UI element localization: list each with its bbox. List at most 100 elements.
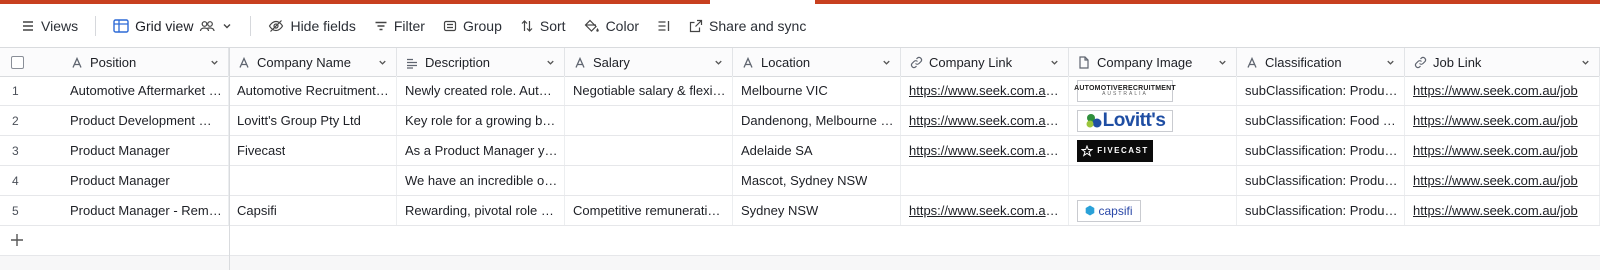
column-header-company-link[interactable]: Company Link [901,48,1069,77]
company-logo-automotive-recruitment[interactable]: AUTOMOTIVERECRUITMENT AUSTRALIA [1074,79,1176,102]
salary-cell[interactable]: Competitive remuneration package [565,196,733,225]
job-link-cell-text[interactable]: https://www.seek.com.au/job [1413,143,1578,158]
add-record-icon[interactable] [9,232,25,248]
company-logo-capsifi[interactable]: capsifi [1077,199,1141,222]
company-name-cell[interactable] [229,166,397,195]
salary-cell[interactable] [565,106,733,135]
classification-cell[interactable]: subClassification: Product Management [1237,196,1405,225]
column-header-position[interactable]: Position [62,48,229,77]
classification-cell[interactable]: subClassification: Product Management [1237,136,1405,165]
table-row[interactable]: 4 Product Manager We have an incredible op… [0,166,1600,196]
column-header-company-name[interactable]: Company Name [229,48,397,77]
position-cell[interactable]: Product Manager [62,136,229,165]
text-type-icon [575,56,585,68]
job-link-cell[interactable]: https://www.seek.com.au/job [1405,76,1600,105]
logo-text: FIVECAST [1097,146,1149,155]
company-link-cell[interactable] [901,166,1069,195]
company-link-cell-text[interactable]: https://www.seek.com.au/companies [909,203,1062,218]
classification-cell-text: subClassification: Food Technology [1245,113,1398,128]
table-row[interactable]: 1 Automotive Aftermarket - Product Manage… [0,76,1600,106]
company-link-cell-text[interactable]: https://www.seek.com.au/companies [909,83,1062,98]
description-cell[interactable]: Newly created role. Automotive aftermark… [397,76,565,105]
location-cell[interactable]: Sydney NSW [733,196,901,225]
company-name-cell-text: Capsifi [237,203,277,218]
description-cell[interactable]: Key role for a growing business [397,106,565,135]
description-cell[interactable]: Rewarding, pivotal role with impact [397,196,565,225]
sort-icon [521,19,533,32]
job-link-cell-text[interactable]: https://www.seek.com.au/job [1413,173,1578,188]
row-number: 3 [12,143,19,158]
company-image-cell[interactable]: AUTOMOTIVERECRUITMENT AUSTRALIA [1069,76,1237,105]
company-link-cell[interactable]: https://www.seek.com.au/companies [901,76,1069,105]
classification-cell-text: subClassification: Product Management [1245,83,1398,98]
table-row[interactable]: 3 Product Manager Fivecast As a Product Man… [0,136,1600,166]
chevron-down-icon [1051,60,1058,65]
fivecast-emblem-icon [1081,144,1094,157]
position-cell[interactable]: Automotive Aftermarket - Product Manager [62,76,229,105]
description-cell[interactable]: We have an incredible opportunity [397,166,565,195]
chevron-down-icon [547,60,554,65]
classification-cell[interactable]: subClassification: Product Management [1237,166,1405,195]
company-logo-lovitts[interactable]: Lovitt's [1077,109,1173,132]
position-cell[interactable]: Product Manager - Remote [62,196,229,225]
classification-cell[interactable]: subClassification: Food Technology [1237,106,1405,135]
job-link-cell[interactable]: https://www.seek.com.au/job [1405,166,1600,195]
grid-view-label: Grid view [135,17,194,34]
column-header-label: Company Name [257,55,351,70]
share-sync-button[interactable]: Share and sync [680,11,815,41]
company-name-cell[interactable]: Capsifi [229,196,397,225]
job-link-cell-text[interactable]: https://www.seek.com.au/job [1413,203,1578,218]
company-name-cell[interactable]: Fivecast [229,136,397,165]
company-link-cell[interactable]: https://www.seek.com.au/companies [901,196,1069,225]
description-cell[interactable]: As a Product Manager you will [397,136,565,165]
job-link-cell-text[interactable]: https://www.seek.com.au/job [1413,83,1578,98]
salary-cell[interactable] [565,166,733,195]
job-link-cell-text[interactable]: https://www.seek.com.au/job [1413,113,1578,128]
company-name-cell[interactable]: Lovitt's Group Pty Ltd [229,106,397,135]
position-cell[interactable]: Product Development Manager [62,106,229,135]
position-cell[interactable]: Product Manager [62,166,229,195]
company-link-cell-text[interactable]: https://www.seek.com.au/companies [909,113,1062,128]
location-cell-text: Melbourne VIC [741,83,828,98]
views-button[interactable]: Views [12,11,87,41]
grid-view-button[interactable]: Grid view [104,11,242,41]
location-cell[interactable]: Adelaide SA [733,136,901,165]
group-button[interactable]: Group [434,11,511,41]
salary-cell[interactable]: Negotiable salary & flexible conditions [565,76,733,105]
job-link-cell[interactable]: https://www.seek.com.au/job [1405,106,1600,135]
location-cell[interactable]: Mascot, Sydney NSW [733,166,901,195]
eye-hidden-icon [269,19,284,32]
classification-cell-text: subClassification: Product Management [1245,143,1398,158]
location-cell[interactable]: Dandenong, Melbourne VIC [733,106,901,135]
company-link-cell[interactable]: https://www.seek.com.au/companies [901,136,1069,165]
company-image-cell[interactable]: FIVECAST [1069,136,1237,165]
company-logo-fivecast[interactable]: FIVECAST [1077,139,1153,162]
company-link-cell-text[interactable]: https://www.seek.com.au/companies [909,143,1062,158]
column-header-location[interactable]: Location [733,48,901,77]
column-header-salary[interactable]: Salary [565,48,733,77]
job-link-cell[interactable]: https://www.seek.com.au/job [1405,136,1600,165]
table-row[interactable]: 2 Product Development Manager Lovitt's Gro… [0,106,1600,136]
share-icon [689,19,703,32]
company-image-cell[interactable]: Lovitt's [1069,106,1237,135]
select-all-checkbox[interactable] [11,56,24,69]
hide-fields-button[interactable]: Hide fields [259,11,364,41]
column-header-job-link[interactable]: Job Link [1405,48,1600,77]
sort-button[interactable]: Sort [511,11,575,41]
job-link-cell[interactable]: https://www.seek.com.au/job [1405,196,1600,225]
salary-cell[interactable] [565,136,733,165]
column-header-classification[interactable]: Classification [1237,48,1405,77]
classification-cell[interactable]: subClassification: Product Management [1237,76,1405,105]
location-cell[interactable]: Melbourne VIC [733,76,901,105]
column-header-description[interactable]: Description [397,48,565,77]
column-header-company-image[interactable]: Company Image [1069,48,1237,77]
table-row[interactable]: 5 Product Manager - Remote Capsifi Rewardin… [0,196,1600,226]
filter-button[interactable]: Filter [365,11,434,41]
company-link-cell[interactable]: https://www.seek.com.au/companies [901,106,1069,135]
row-height-button[interactable] [648,11,680,41]
company-image-cell[interactable] [1069,166,1237,195]
company-image-cell[interactable]: capsifi [1069,196,1237,225]
color-button[interactable]: Color [575,11,648,41]
position-cell-text: Product Manager - Remote [70,203,222,218]
company-name-cell[interactable]: Automotive Recruitment Australia [229,76,397,105]
